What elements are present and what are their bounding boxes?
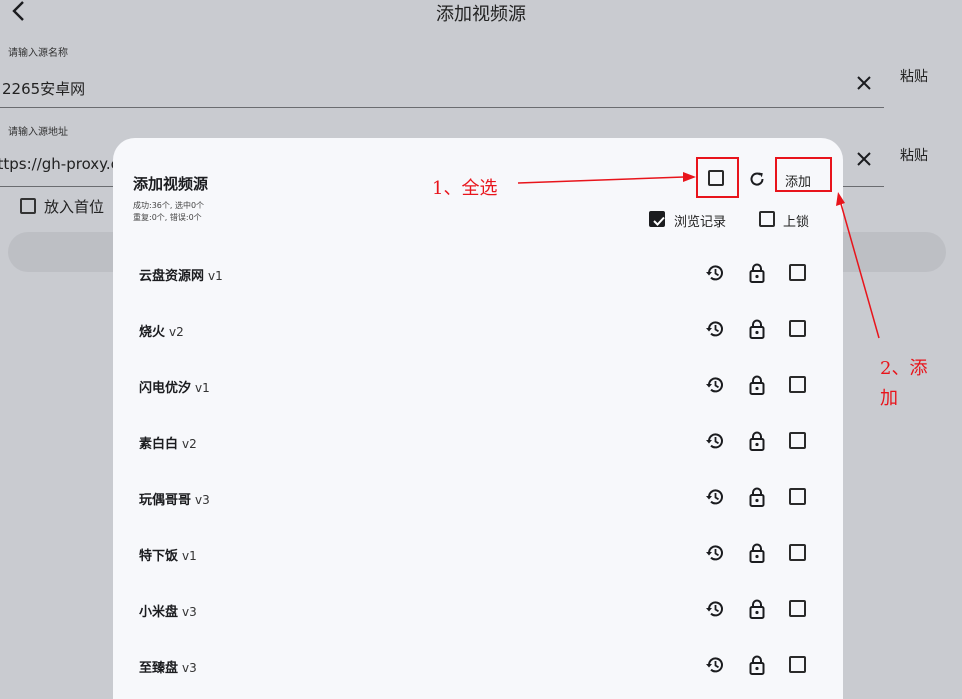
source-row-name: 闪电优汐 v1: [139, 377, 210, 396]
source-row-title: 至臻盘: [139, 661, 179, 676]
source-row-name: 至臻盘 v3: [139, 657, 197, 676]
source-url-input[interactable]: https://gh-proxy.com/: [0, 155, 113, 173]
lock-icon[interactable]: [747, 598, 767, 620]
paste-name-button[interactable]: 粘贴: [900, 66, 928, 86]
source-row-title: 闪电优汐: [139, 381, 192, 396]
annotation-select-all-text: 1、全选: [432, 178, 498, 199]
dialog-stats-error: 重复:0个, 错误:0个: [133, 213, 202, 222]
source-row-checkbox[interactable]: [789, 320, 806, 337]
source-row[interactable]: 小米盘 v3: [113, 581, 843, 637]
page-title: 添加视频源: [436, 4, 526, 25]
history-icon[interactable]: [705, 655, 725, 675]
source-row[interactable]: 闪电优汐 v1: [113, 357, 843, 413]
history-icon[interactable]: [705, 431, 725, 451]
history-icon[interactable]: [705, 375, 725, 395]
annotation-add-text-2: 加: [880, 388, 898, 409]
source-row-checkbox[interactable]: [789, 264, 806, 281]
source-row[interactable]: 烧火 v2: [113, 301, 843, 357]
source-row-title: 云盘资源网: [139, 269, 205, 284]
source-row-name: 云盘资源网 v1: [139, 265, 223, 284]
dialog-title: 添加视频源: [133, 175, 209, 193]
lock-icon[interactable]: [747, 486, 767, 508]
source-row-name: 小米盘 v3: [139, 601, 197, 620]
add-source-dialog: 添加视频源 成功:36个, 选中0个 重复:0个, 错误:0个 添加 浏览记录 …: [113, 138, 843, 699]
lock-icon[interactable]: [747, 654, 767, 676]
source-name-input[interactable]: 2265安卓网: [2, 78, 822, 99]
source-row-title: 特下饭: [139, 549, 179, 564]
source-url-label: 请输入源地址: [8, 127, 68, 138]
source-row-version: v3: [182, 661, 197, 675]
source-row-name: 烧火 v2: [139, 321, 184, 340]
source-row-version: v1: [208, 269, 223, 283]
put-first-checkbox[interactable]: [20, 198, 36, 214]
source-url-input-clip[interactable]: https://gh-proxy.com/: [0, 155, 113, 175]
source-row-title: 素白白: [139, 437, 179, 452]
source-row-checkbox[interactable]: [789, 544, 806, 561]
lock-icon[interactable]: [747, 318, 767, 340]
lock-icon[interactable]: [747, 262, 767, 284]
check-icon: [653, 216, 665, 226]
history-label: 浏览记录: [674, 215, 727, 230]
source-row[interactable]: 云盘资源网 v1: [113, 245, 843, 301]
source-row-name: 玩偶哥哥 v3: [139, 489, 210, 508]
source-row[interactable]: 特下饭 v1: [113, 525, 843, 581]
source-row-version: v2: [182, 437, 197, 451]
source-row-checkbox[interactable]: [789, 376, 806, 393]
history-icon[interactable]: [705, 543, 725, 563]
app-bar: 添加视频源: [0, 0, 962, 30]
lock-icon[interactable]: [747, 430, 767, 452]
history-checkbox[interactable]: [649, 211, 665, 227]
source-name-underline: [0, 107, 884, 108]
lock-label: 上锁: [783, 215, 810, 230]
source-row-name: 素白白 v2: [139, 433, 197, 452]
close-icon[interactable]: [855, 74, 873, 92]
source-name-label: 请输入源名称: [8, 48, 68, 59]
history-icon[interactable]: [705, 599, 725, 619]
history-icon[interactable]: [705, 487, 725, 507]
annotation-select-all-box: [696, 157, 739, 198]
paste-url-button[interactable]: 粘贴: [900, 145, 928, 165]
lock-icon[interactable]: [747, 542, 767, 564]
source-row-name: 特下饭 v1: [139, 545, 197, 564]
lock-icon[interactable]: [747, 374, 767, 396]
source-row-title: 玩偶哥哥: [139, 493, 192, 508]
source-row-title: 烧火: [139, 325, 166, 340]
source-row-checkbox[interactable]: [789, 600, 806, 617]
source-row-version: v3: [182, 605, 197, 619]
source-row[interactable]: 玩偶哥哥 v3: [113, 469, 843, 525]
source-row-checkbox[interactable]: [789, 656, 806, 673]
source-row-version: v1: [195, 381, 210, 395]
close-icon[interactable]: [855, 150, 873, 168]
annotation-add-box: [775, 157, 832, 192]
source-row-checkbox[interactable]: [789, 432, 806, 449]
source-row-title: 小米盘: [139, 605, 179, 620]
source-row[interactable]: 素白白 v2: [113, 413, 843, 469]
source-row-version: v3: [195, 493, 210, 507]
history-icon[interactable]: [705, 263, 725, 283]
refresh-icon[interactable]: [748, 170, 766, 188]
lock-checkbox[interactable]: [759, 211, 775, 227]
annotation-add-text-1: 2、添: [880, 358, 928, 379]
dialog-stats-success: 成功:36个, 选中0个: [133, 201, 205, 210]
history-icon[interactable]: [705, 319, 725, 339]
source-row-version: v2: [169, 325, 184, 339]
source-row-version: v1: [182, 549, 197, 563]
source-row-checkbox[interactable]: [789, 488, 806, 505]
source-row[interactable]: 至臻盘 v3: [113, 637, 843, 693]
put-first-label: 放入首位: [44, 198, 105, 216]
